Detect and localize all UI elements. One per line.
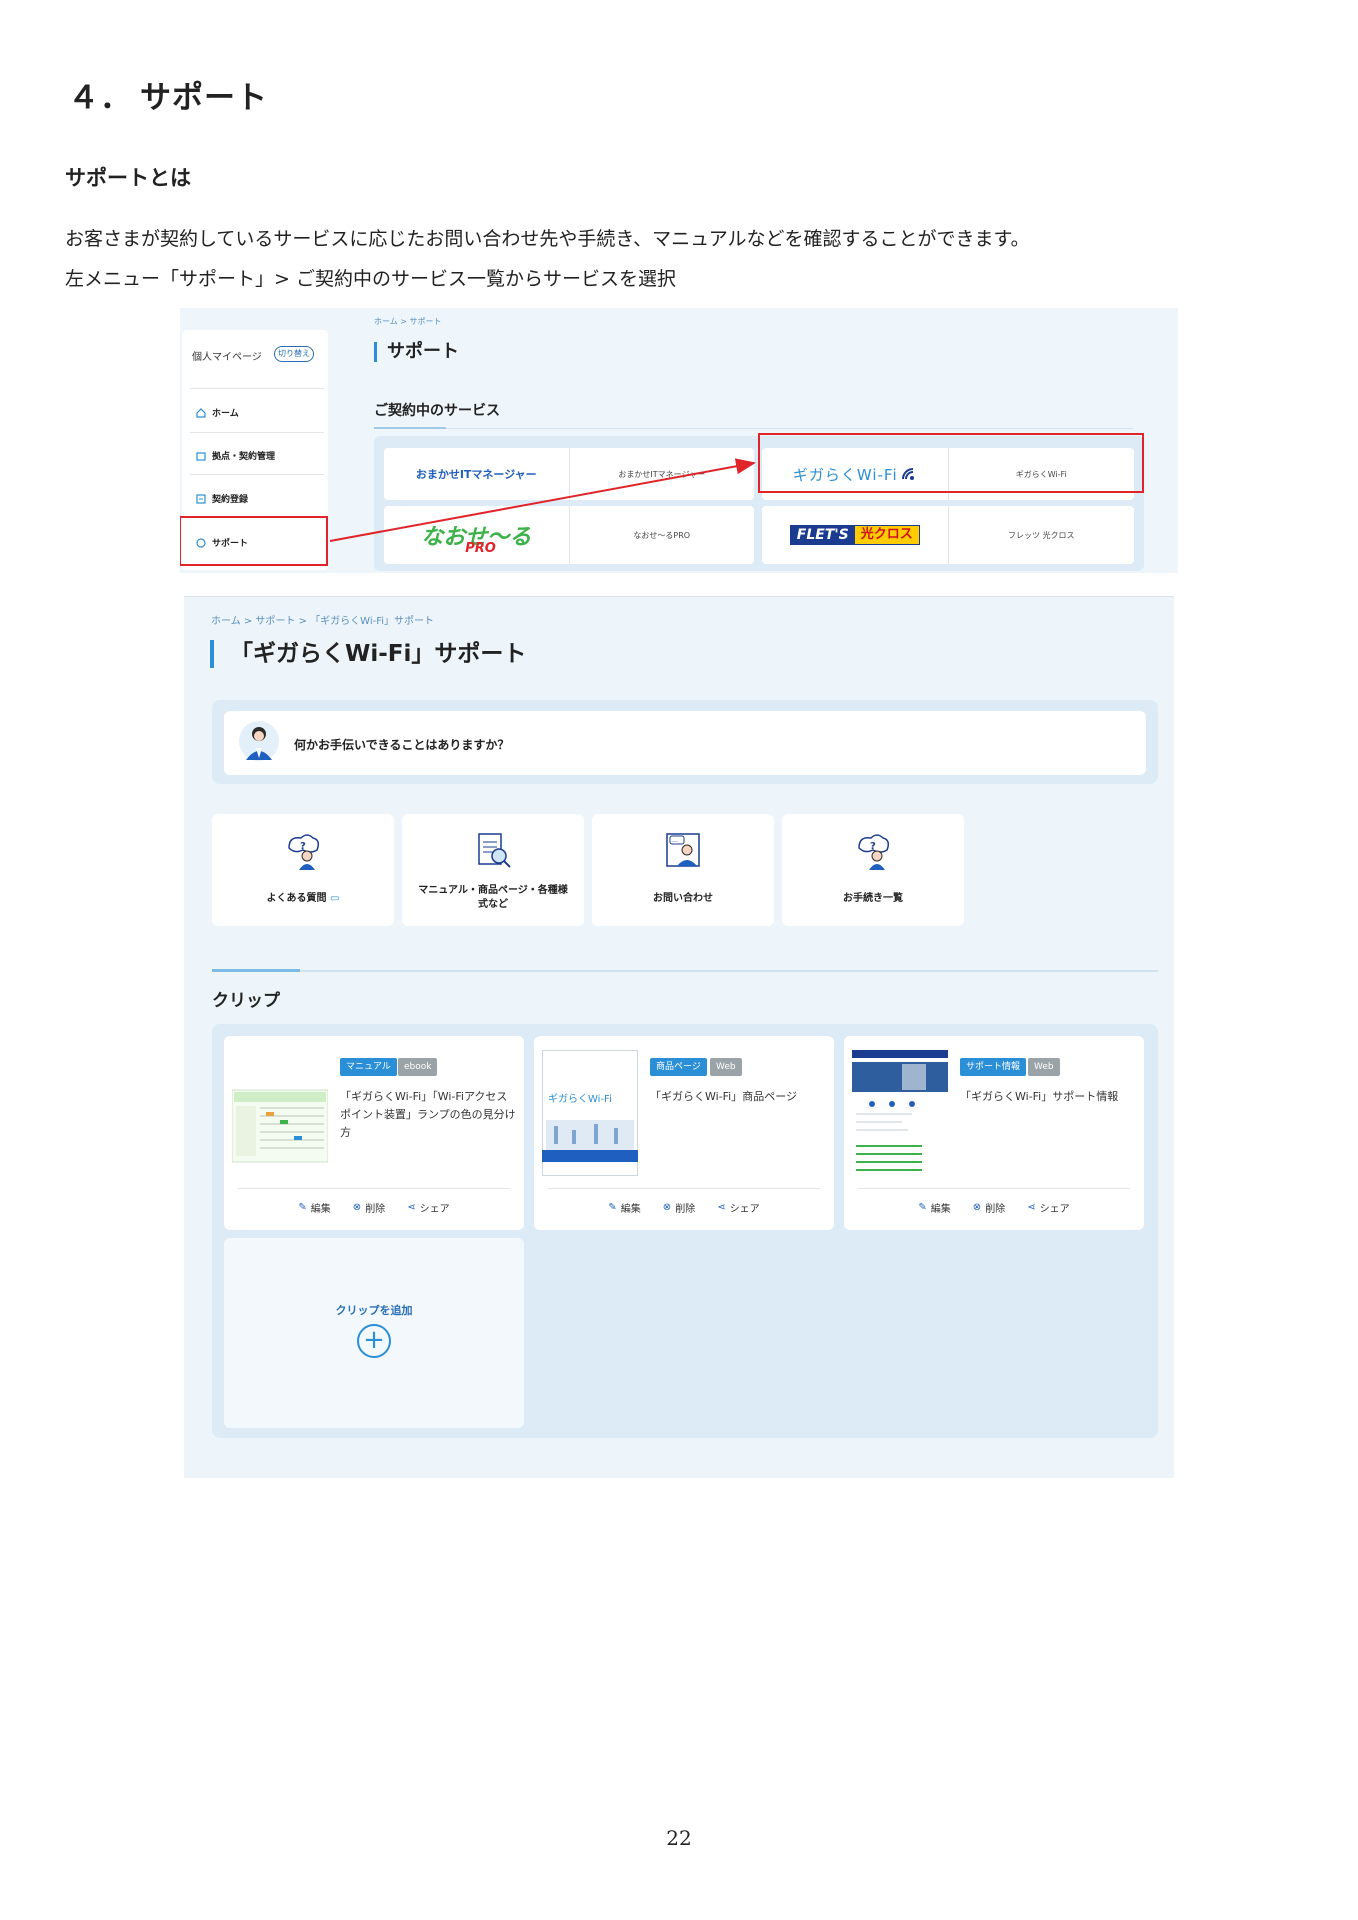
svg-text:…: … <box>672 837 678 844</box>
share-icon: ⋖ <box>717 1202 726 1213</box>
clip-divider <box>212 970 1158 972</box>
section-number: ４． <box>68 80 132 116</box>
plus-circle-icon[interactable]: + <box>357 1324 391 1358</box>
clip-actions: ✎ 編集 ⊗ 削除 ⋖ シェア <box>844 1200 1144 1215</box>
clip-actions: ✎ 編集 ⊗ 削除 ⋖ シェア <box>224 1200 524 1215</box>
clip-tag: サポート情報 <box>960 1058 1027 1076</box>
clip-card-divider <box>858 1188 1130 1189</box>
faq-icon: ? <box>288 834 320 870</box>
page-number: 22 <box>666 1826 692 1850</box>
operator-avatar-icon <box>239 721 279 761</box>
pointer-arrow <box>329 458 756 542</box>
tile-label: マニュアル・商品ページ・各種様 <box>418 885 568 896</box>
clip-card[interactable]: ギガらくWi-Fi 商品ページ Web 「ギガらくWi-Fi」商品ページ ✎ 編集… <box>534 1036 834 1230</box>
share-button[interactable]: ⋖ シェア <box>717 1200 759 1215</box>
tile-label-line2: 式など <box>478 899 508 910</box>
clip-title: 「ギガらくWi-Fi」サポート情報 <box>960 1090 1119 1103</box>
clip-card-divider <box>548 1188 820 1189</box>
clip-divider-accent <box>212 969 300 972</box>
clip-tag: 商品ページ <box>650 1058 707 1076</box>
edit-button[interactable]: ✎ 編集 <box>298 1200 330 1215</box>
tile-faq[interactable]: ? よくある質問 ▭ <box>212 814 394 926</box>
clip-tag: マニュアル <box>340 1058 397 1076</box>
share-icon: ⋖ <box>1027 1202 1036 1213</box>
section-title-text: サポート <box>140 80 268 116</box>
clip-actions: ✎ 編集 ⊗ 削除 ⋖ シェア <box>534 1200 834 1215</box>
clip-thumbnail <box>232 1089 328 1163</box>
clip-thumbnail <box>852 1050 948 1171</box>
tile-manual[interactable]: マニュアル・商品ページ・各種様 式など <box>402 814 584 926</box>
delete-circle-icon: ⊗ <box>972 1202 982 1213</box>
screenshot-gigaraku-support: ホーム > サポート > 「ギガらくWi-Fi」サポート 「ギガらくWi-Fi」… <box>184 596 1174 1478</box>
delete-button[interactable]: ⊗ 削除 <box>663 1200 695 1215</box>
procedure-icon: ? <box>858 834 890 870</box>
clip-heading: クリップ <box>212 991 280 1011</box>
share-button[interactable]: ⋖ シェア <box>1027 1200 1069 1215</box>
share-button[interactable]: ⋖ シェア <box>407 1200 449 1215</box>
svg-text:?: ? <box>870 841 876 852</box>
clip-tag: Web <box>1028 1058 1060 1076</box>
svg-text:?: ? <box>300 841 306 852</box>
delete-circle-icon: ⊗ <box>352 1202 362 1213</box>
delete-button[interactable]: ⊗ 削除 <box>353 1200 385 1215</box>
paragraph-1: お客さまが契約しているサービスに応じたお問い合わせ先や手続き、マニュアルなどを確… <box>65 228 1030 250</box>
clip-title: 「ギガらくWi-Fi」「Wi-Fiアクセスポイント装置」ランプの色の見分け方 <box>340 1090 516 1139</box>
share-icon: ⋖ <box>407 1202 416 1213</box>
edit-button[interactable]: ✎ 編集 <box>608 1200 640 1215</box>
tile-label: よくある質問 ▭ <box>266 893 340 904</box>
tile-contact[interactable]: … お問い合わせ <box>592 814 774 926</box>
clip-thumbnail: ギガらくWi-Fi <box>542 1050 638 1176</box>
page-title: 「ギガらくWi-Fi」サポート <box>210 640 526 668</box>
pencil-icon: ✎ <box>298 1202 307 1213</box>
clip-tag: ebook <box>398 1058 438 1076</box>
assistant-text: 何かお手伝いできることはありますか？ <box>294 738 510 752</box>
operator-icon: … <box>666 833 700 867</box>
edit-button[interactable]: ✎ 編集 <box>918 1200 950 1215</box>
clip-tag: Web <box>710 1058 742 1076</box>
tile-label: お手続き一覧 <box>843 893 903 904</box>
top-divider <box>184 596 1174 597</box>
tile-label: お問い合わせ <box>653 893 713 904</box>
delete-circle-icon: ⊗ <box>662 1202 672 1213</box>
paragraph-2: 左メニュー「サポート」> ご契約中のサービス一覧からサービスを選択 <box>65 268 676 290</box>
breadcrumb: ホーム > サポート > 「ギガらくWi-Fi」サポート <box>211 616 435 627</box>
delete-button[interactable]: ⊗ 削除 <box>973 1200 1005 1215</box>
screenshot-support-page: 個人マイページ 切り替え ホーム 拠点・契約管理 契約登録 サポート ホーム >… <box>180 308 1178 573</box>
manual-search-icon <box>478 833 511 868</box>
section-title: ４． サポート <box>68 72 268 117</box>
add-clip-card[interactable]: クリップを追加 + <box>224 1238 524 1428</box>
clip-card[interactable]: サポート情報 Web 「ギガらくWi-Fi」サポート情報 ✎ 編集 ⊗ 削除 ⋖ シェ… <box>844 1036 1144 1230</box>
clip-title: 「ギガらくWi-Fi」商品ページ <box>650 1090 798 1103</box>
external-link-icon: ▭ <box>330 893 340 904</box>
pencil-icon: ✎ <box>918 1202 927 1213</box>
clip-card-divider <box>238 1188 510 1189</box>
svg-text:ギガらくWi-Fi: ギガらくWi-Fi <box>548 1093 612 1105</box>
clip-card[interactable]: マニュアル ebook 「ギガらくWi-Fi」「Wi-Fiアクセスポイント装置」… <box>224 1036 524 1230</box>
subsection-title: サポートとは <box>65 166 191 190</box>
tile-procedures[interactable]: ? お手続き一覧 <box>782 814 964 926</box>
pencil-icon: ✎ <box>608 1202 617 1213</box>
add-clip-label: クリップを追加 <box>335 1304 413 1317</box>
